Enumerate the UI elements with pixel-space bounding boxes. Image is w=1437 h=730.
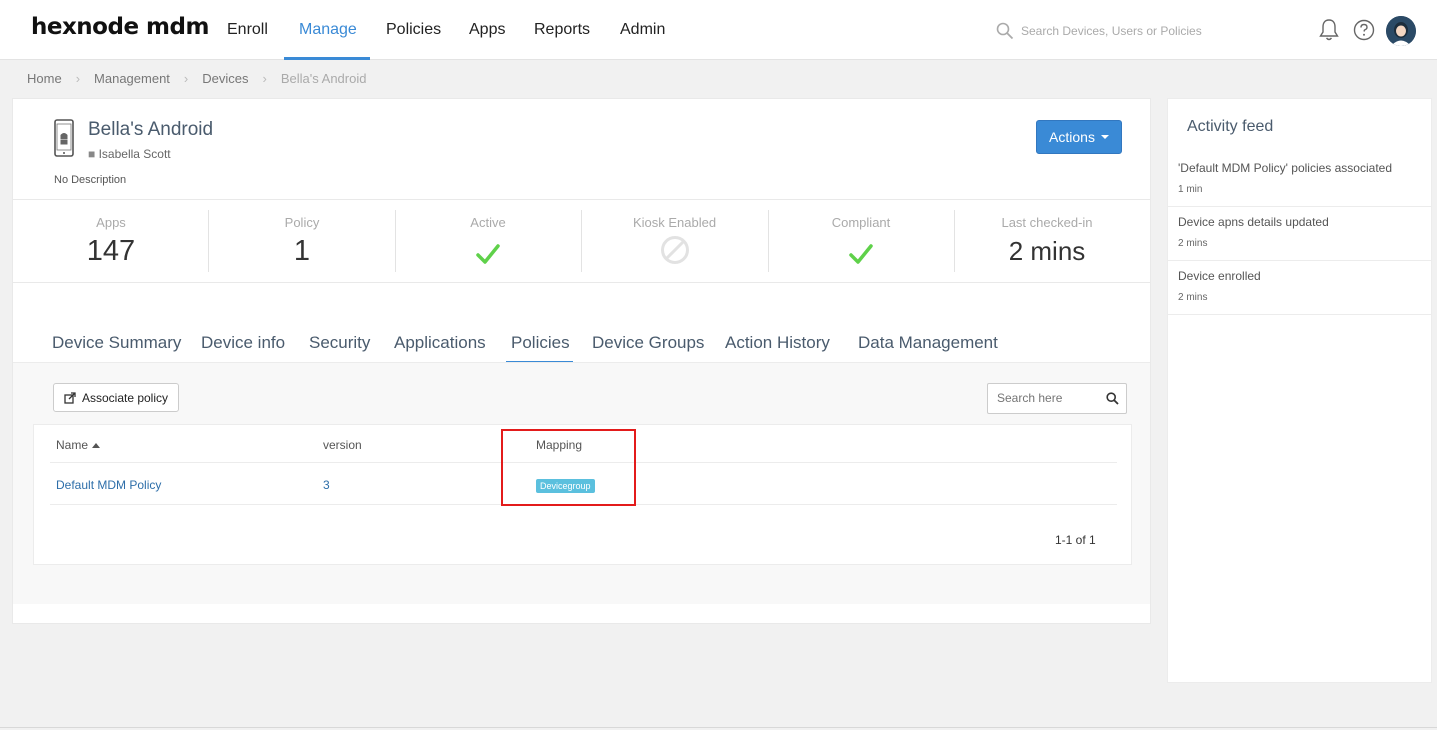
device-name: Bella's Android [88,119,214,140]
check-icon [476,244,500,264]
nav-admin[interactable]: Admin [620,21,665,39]
ban-icon [660,236,689,264]
pagination-info: 1-1 of 1 [1055,533,1096,547]
policy-search-field[interactable] [987,383,1127,414]
tab-data-management[interactable]: Data Management [858,333,998,353]
chevron-right-icon: › [183,71,189,86]
column-header-version[interactable]: version [323,438,362,452]
tab-action-history[interactable]: Action History [725,333,830,353]
chevron-right-icon: › [262,71,267,86]
stat-label: Kiosk Enabled [632,215,717,230]
policy-version: 3 [323,478,330,492]
help-icon[interactable] [1353,19,1375,41]
bell-icon[interactable] [1318,18,1340,42]
breadcrumb-current: Bella's Android [280,71,367,86]
nav-enroll[interactable]: Enroll [227,21,268,39]
top-navbar: hexnode mdm Enroll Manage Policies Apps … [0,0,1437,60]
feed-item: Device enrolled 2 mins [1168,261,1431,315]
nav-apps[interactable]: Apps [469,21,505,39]
stat-label: Last checked-in [1001,215,1093,230]
tab-device-summary[interactable]: Device Summary [52,333,181,353]
stat-label: Compliant [831,215,891,230]
policies-table: Name version Mapping Default MDM Policy … [33,424,1132,565]
breadcrumb: Home › Management › Devices › Bella's An… [27,71,366,86]
tab-device-groups[interactable]: Device Groups [592,333,704,353]
nav-manage[interactable]: Manage [299,21,357,39]
tab-applications[interactable]: Applications [394,333,486,353]
sort-ascending-icon [92,443,101,448]
divider [0,727,1437,728]
global-search-input[interactable]: Search Devices, Users or Policies [1021,24,1202,38]
stat-active: Active [395,200,581,284]
column-header-label: Name [56,438,89,452]
external-link-icon [64,391,76,404]
activity-feed-panel: Activity feed 'Default MDM Policy' polic… [1167,98,1432,683]
device-stats: Apps 147 Policy 1 Active Kiosk Enabled C… [13,199,1150,283]
feed-item: 'Default MDM Policy' policies associated… [1168,153,1431,207]
stat-label: Policy [284,215,320,230]
tab-device-info[interactable]: Device info [201,333,285,353]
stat-last-checked-in: Last checked-in 2 mins [954,200,1140,284]
nav-policies[interactable]: Policies [386,21,441,39]
stat-label: Apps [96,215,126,230]
stat-apps[interactable]: Apps 147 [13,200,209,284]
feed-item: Device apns details updated 2 mins [1168,207,1431,261]
check-icon [849,244,873,264]
feed-item-text: 'Default MDM Policy' policies associated [1178,161,1392,175]
device-description: No Description [54,174,127,186]
hexnode-logo[interactable]: hexnode mdm [31,14,209,40]
search-icon[interactable] [1106,392,1119,405]
stat-value: 2 mins [1008,236,1086,266]
associate-policy-button[interactable]: Associate policy [53,383,179,412]
device-user: ■ Isabella Scott [88,147,171,161]
activity-feed-title: Activity feed [1187,118,1274,135]
stat-value: 1 [293,235,311,267]
feed-item-text: Device apns details updated [1178,215,1329,229]
policy-name-link[interactable]: Default MDM Policy [56,478,161,492]
feed-item-time: 2 mins [1178,238,1208,249]
associate-policy-label: Associate policy [81,390,169,405]
user-avatar[interactable] [1386,16,1416,46]
actions-button-label: Actions [1049,129,1095,145]
stat-value: 147 [86,235,136,267]
search-icon[interactable] [996,22,1014,40]
feed-item-time: 1 min [1178,184,1203,195]
column-header-name[interactable]: Name [56,438,101,452]
feed-item-time: 2 mins [1178,292,1208,303]
stat-label: Active [470,215,506,230]
nav-reports[interactable]: Reports [534,21,590,39]
chevron-right-icon: › [75,71,81,86]
caret-down-icon [1100,135,1109,139]
tab-security[interactable]: Security [309,333,370,353]
android-phone-icon [54,119,74,157]
stat-policy[interactable]: Policy 1 [209,200,395,284]
feed-item-text: Device enrolled [1178,269,1261,283]
nav-active-indicator [284,57,370,60]
policy-search-input[interactable] [997,391,1102,405]
highlight-box [501,429,636,506]
tab-policies[interactable]: Policies [511,333,570,353]
breadcrumb-home[interactable]: Home [27,71,62,86]
stat-kiosk: Kiosk Enabled [581,200,768,284]
breadcrumb-management[interactable]: Management [94,71,170,86]
user-icon: ■ [88,147,96,161]
device-card: Bella's Android ■ Isabella Scott No Desc… [12,98,1151,624]
device-user-name: Isabella Scott [98,147,171,161]
stat-compliant: Compliant [768,200,954,284]
policies-panel: Associate policy Name version Mapping De… [13,362,1150,604]
breadcrumb-devices[interactable]: Devices [202,71,248,86]
actions-button[interactable]: Actions [1036,120,1122,154]
